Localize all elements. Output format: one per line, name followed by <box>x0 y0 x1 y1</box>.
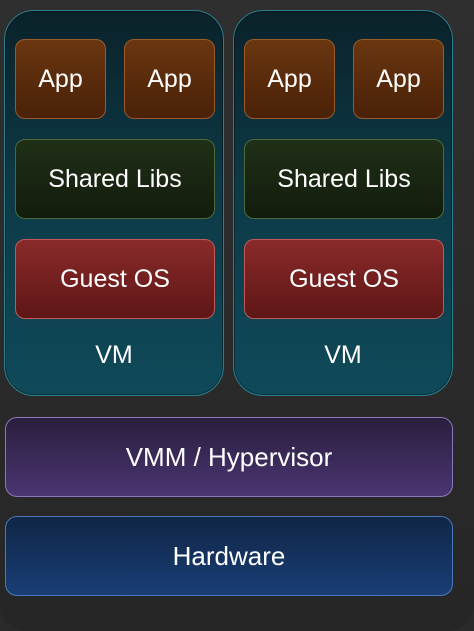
vm-label: VM <box>95 341 133 369</box>
virtualization-diagram: App App Shared Libs Guest OS VM App App … <box>0 0 474 631</box>
app-box: App <box>15 39 106 119</box>
shared-libs-box: Shared Libs <box>244 139 444 219</box>
vm-container-1: App App Shared Libs Guest OS VM <box>4 10 224 396</box>
hypervisor-layer: VMM / Hypervisor <box>5 417 453 497</box>
app-box: App <box>124 39 215 119</box>
app-box: App <box>244 39 335 119</box>
hardware-layer: Hardware <box>5 516 453 596</box>
shared-libs-box: Shared Libs <box>15 139 215 219</box>
guest-os-box: Guest OS <box>244 239 444 319</box>
vm-label: VM <box>324 341 362 369</box>
guest-os-box: Guest OS <box>15 239 215 319</box>
vm-container-2: App App Shared Libs Guest OS VM <box>233 10 453 396</box>
app-box: App <box>353 39 444 119</box>
